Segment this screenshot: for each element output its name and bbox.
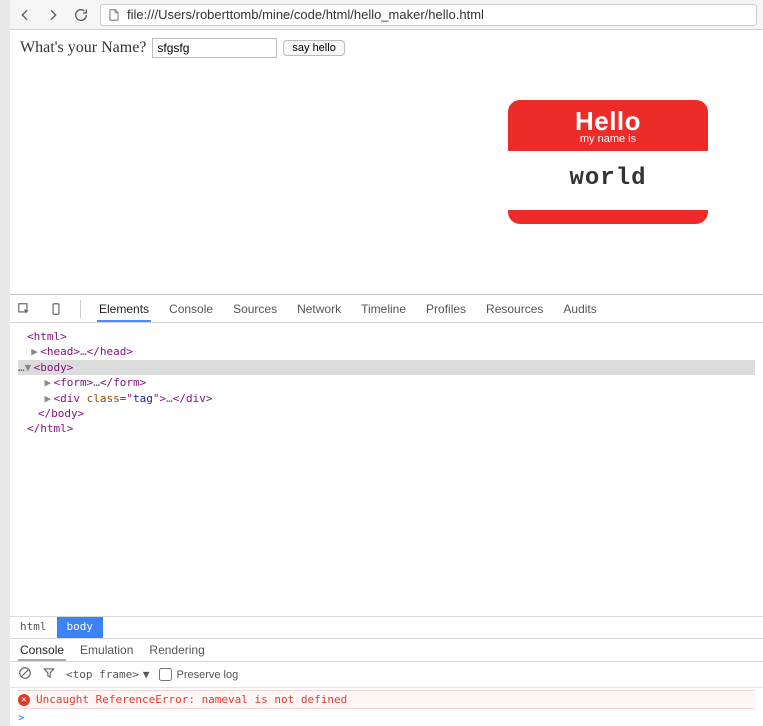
devtools-panel: Elements Console Sources Network Timelin…: [10, 294, 763, 726]
nametag-name: world: [508, 151, 708, 210]
console-toolbar: <top frame> ▼ Preserve log: [10, 662, 763, 688]
tab-console[interactable]: Console: [167, 296, 215, 322]
clear-console-icon[interactable]: [18, 666, 32, 683]
tab-resources[interactable]: Resources: [484, 296, 545, 322]
frame-label: <top frame>: [66, 668, 139, 681]
error-text: Uncaught ReferenceError: nameval is not …: [36, 693, 347, 706]
drawer-tabs: Console Emulation Rendering: [10, 638, 763, 662]
tab-timeline[interactable]: Timeline: [359, 296, 408, 322]
crumb-html[interactable]: html: [10, 617, 57, 638]
frame-selector[interactable]: <top frame> ▼: [66, 668, 149, 681]
tab-profiles[interactable]: Profiles: [424, 296, 468, 322]
preserve-log-checkbox[interactable]: [159, 668, 172, 681]
url-text: file:///Users/roberttomb/mine/code/html/…: [127, 7, 484, 22]
preserve-log-label: Preserve log: [176, 669, 238, 681]
page-viewport: What's your Name? say hello Hello my nam…: [10, 30, 763, 290]
tab-sources[interactable]: Sources: [231, 296, 279, 322]
tab-audits[interactable]: Audits: [561, 296, 598, 322]
drawer-tab-emulation[interactable]: Emulation: [78, 639, 135, 661]
forward-button[interactable]: [44, 6, 62, 24]
devtools-tabstrip: Elements Console Sources Network Timelin…: [10, 295, 763, 323]
browser-toolbar: file:///Users/roberttomb/mine/code/html/…: [10, 0, 763, 30]
error-icon: ✕: [18, 694, 30, 706]
reload-button[interactable]: [72, 6, 90, 24]
dom-body-node[interactable]: …▼<body>: [18, 360, 755, 375]
nametag-subtitle: my name is: [508, 133, 708, 145]
name-input[interactable]: [152, 38, 277, 58]
elements-tree[interactable]: <html> ▶<head>…</head> …▼<body> ▶<form>……: [10, 323, 763, 616]
console-prompt[interactable]: >: [18, 709, 755, 724]
inspect-icon[interactable]: [16, 301, 32, 317]
file-icon: [107, 8, 121, 22]
crumb-body[interactable]: body: [57, 617, 104, 638]
window-left-edge: [0, 0, 10, 726]
drawer-tab-console[interactable]: Console: [18, 639, 66, 661]
url-bar[interactable]: file:///Users/roberttomb/mine/code/html/…: [100, 4, 757, 26]
back-button[interactable]: [16, 6, 34, 24]
nametag-footer: [508, 210, 708, 224]
console-messages: ✕ Uncaught ReferenceError: nameval is no…: [10, 688, 763, 726]
device-icon[interactable]: [48, 301, 64, 317]
name-form: What's your Name? say hello: [20, 38, 753, 58]
divider: [80, 300, 81, 318]
chevron-down-icon: ▼: [143, 668, 150, 681]
nametag: Hello my name is world: [508, 100, 708, 224]
nametag-header: Hello my name is: [508, 100, 708, 151]
filter-icon[interactable]: [42, 666, 56, 683]
dom-breadcrumb: html body: [10, 616, 763, 638]
preserve-log[interactable]: Preserve log: [159, 668, 238, 681]
tab-elements[interactable]: Elements: [97, 296, 151, 322]
prompt-label: What's your Name?: [20, 39, 146, 57]
console-error-row[interactable]: ✕ Uncaught ReferenceError: nameval is no…: [18, 690, 755, 709]
tab-network[interactable]: Network: [295, 296, 343, 322]
drawer-tab-rendering[interactable]: Rendering: [147, 639, 206, 661]
say-hello-button[interactable]: say hello: [283, 40, 344, 56]
